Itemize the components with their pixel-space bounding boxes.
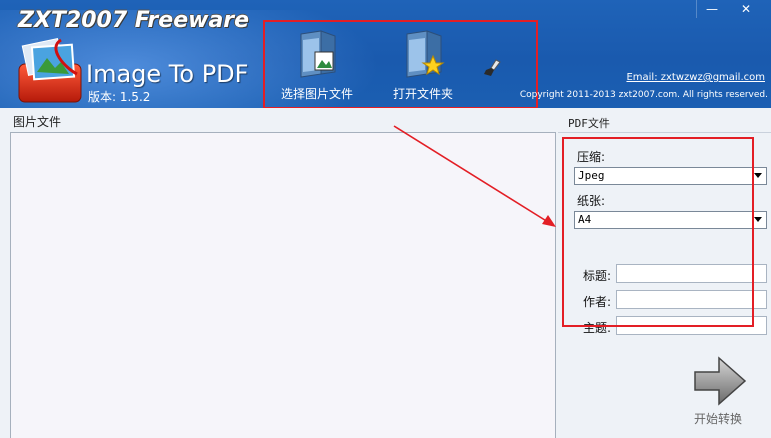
email-link[interactable]: Email: zxtwzwz@gmail.com [626,72,765,83]
chevron-down-icon [754,173,762,178]
chevron-down-icon [754,217,762,222]
pdf-section-divider [558,132,771,133]
arrow-right-icon [694,356,747,406]
close-button[interactable]: ✕ [731,0,761,18]
toolbar-highlight-annotation [263,20,538,108]
image-files-title: 图片文件 [13,115,62,129]
start-convert-button[interactable]: 开始转换 [685,354,751,434]
version-label: 版本: 1.5.2 [88,90,151,104]
product-name: Image To PDF [86,60,249,88]
image-file-list[interactable] [10,132,556,438]
minimize-icon: — [706,2,718,16]
brand-title: ZXT2007 Freeware [18,8,250,33]
close-icon: ✕ [740,2,752,16]
pdf-file-title: PDF文件 [568,117,610,130]
settings-highlight-annotation [562,137,754,327]
app-logo-icon [18,38,82,103]
minimize-button[interactable]: — [696,0,727,18]
start-convert-label: 开始转换 [693,412,742,426]
header-banner: ZXT2007 Freeware Image To PDF 版本: 1.5.2 … [0,0,771,108]
copyright-text: Copyright 2011-2013 zxt2007.com. All rig… [519,90,768,100]
